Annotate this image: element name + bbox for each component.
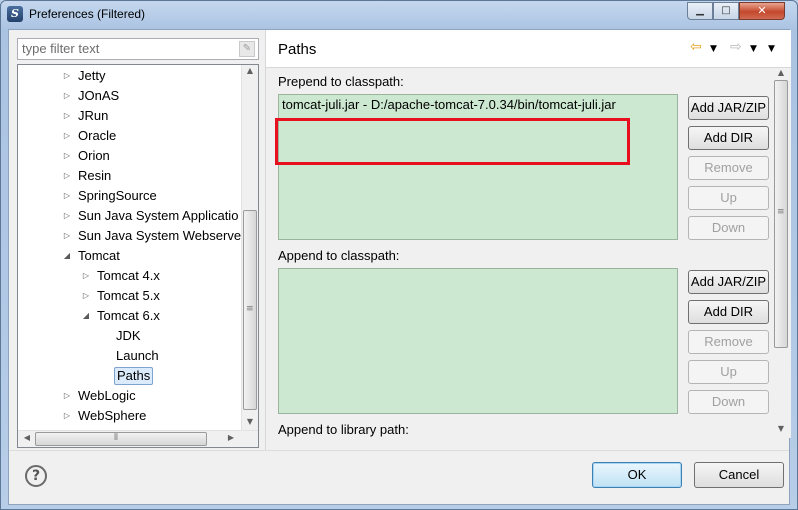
expand-arrow-icon[interactable]: ▷ [62,207,72,225]
tree-horizontal-scroll-thumb[interactable]: ⦀ [35,432,207,446]
navigation-pane: type filter text ✎ ▷ Jetty ▷ JOnAS ▷ JRu… [15,36,261,448]
tree-item-label: Oracle [78,128,117,143]
classpath-entry[interactable]: tomcat-juli.jar - D:/apache-tomcat-7.0.3… [282,97,616,112]
expand-arrow-icon[interactable]: ▷ [62,107,72,125]
tree-item-label: Tomcat 4.x [97,268,160,283]
prepend-classpath-list[interactable]: tomcat-juli.jar - D:/apache-tomcat-7.0.3… [278,94,678,240]
append-classpath-label: Append to classpath: [278,248,400,263]
tree-item-label: Launch [116,348,159,363]
clear-filter-icon[interactable]: ✎ [239,41,255,57]
append-remove-button[interactable]: Remove [688,330,769,354]
window-title: Preferences (Filtered) [29,7,146,21]
cancel-button[interactable]: Cancel [694,462,784,488]
dialog-button-bar: ? OK Cancel [9,450,789,504]
prepend-remove-button[interactable]: Remove [688,156,769,180]
tree-item-label: SpringSource [78,188,157,203]
expand-arrow-icon[interactable]: ▷ [62,87,72,105]
preferences-window: S Preferences (Filtered) ▁ □ ✕ type filt… [0,0,798,510]
collapse-arrow-icon[interactable]: ◢ [62,247,72,265]
page-vertical-scroll-thumb[interactable]: ≡ [774,80,788,348]
prepend-add-dir-button[interactable]: Add DIR [688,126,769,150]
preference-page: Paths ⇦ ▼ ⇨ ▼ ▼ Prepend to classpath: to… [265,30,791,450]
highlight-box [275,118,630,165]
append-up-button[interactable]: Up [688,360,769,384]
page-vertical-scrollbar[interactable]: ▲ ≡ ▼ [773,68,790,438]
filter-input[interactable]: type filter text ✎ [17,38,259,60]
tree-item-label: Tomcat [78,248,120,263]
view-menu-icon[interactable]: ▼ [768,44,775,54]
collapse-arrow-icon[interactable]: ◢ [81,307,91,325]
scroll-down-arrow-icon[interactable]: ▼ [242,417,258,426]
tree-item-label: Tomcat 6.x [97,308,160,323]
expand-arrow-icon[interactable]: ▷ [62,227,72,245]
grip-icon: ⦀ [114,433,118,443]
scroll-down-arrow-icon[interactable]: ▼ [773,424,789,433]
tree-item-label: Sun Java System Webserve [78,228,242,243]
page-title: Paths [278,41,317,58]
prepend-classpath-label: Prepend to classpath: [278,74,404,89]
expand-arrow-icon[interactable]: ▷ [62,407,72,425]
forward-arrow-icon[interactable]: ⇨ [730,39,742,55]
preference-tree[interactable]: ▷ Jetty ▷ JOnAS ▷ JRun ▷ Oracle ▷ Orion … [17,64,259,448]
scroll-up-arrow-icon[interactable]: ▲ [773,68,789,77]
tree-item-label: WebSphere [78,408,147,423]
append-add-jar-button[interactable]: Add JAR/ZIP [688,270,769,294]
expand-arrow-icon[interactable]: ▷ [62,127,72,145]
tree-item-label: Paths [114,367,154,385]
scroll-left-arrow-icon[interactable]: ◀ [19,433,35,442]
paths-content: Prepend to classpath: tomcat-juli.jar - … [266,68,791,438]
expand-arrow-icon[interactable]: ▷ [81,267,91,285]
grip-icon: ≡ [246,304,254,314]
append-classpath-list[interactable] [278,268,678,414]
expand-arrow-icon[interactable]: ▷ [62,187,72,205]
forward-dropdown-icon[interactable]: ▼ [750,44,757,54]
grip-icon: ≡ [777,207,785,217]
close-button[interactable]: ✕ [739,2,785,20]
back-dropdown-icon[interactable]: ▼ [710,44,717,54]
expand-arrow-icon[interactable]: ▷ [62,167,72,185]
tree-item-label: Orion [78,148,110,163]
tree-item-label: WebLogic [78,388,136,403]
tree-vertical-scroll-thumb[interactable]: ≡ [243,210,257,410]
prepend-up-button[interactable]: Up [688,186,769,210]
tree-vertical-scrollbar[interactable]: ▲ ≡ ▼ [241,65,258,431]
dialog-client-area: type filter text ✎ ▷ Jetty ▷ JOnAS ▷ JRu… [8,29,791,505]
scroll-up-arrow-icon[interactable]: ▲ [242,66,258,75]
expand-arrow-icon[interactable]: ▷ [62,147,72,165]
minimize-button[interactable]: ▁ [687,2,713,20]
append-down-button[interactable]: Down [688,390,769,414]
append-add-dir-button[interactable]: Add DIR [688,300,769,324]
back-arrow-icon[interactable]: ⇦ [690,39,702,55]
scroll-right-arrow-icon[interactable]: ▶ [223,433,239,442]
prepend-add-jar-button[interactable]: Add JAR/ZIP [688,96,769,120]
tree-item-label: Resin [78,168,112,183]
maximize-button[interactable]: □ [713,2,739,20]
tree-item-label: Sun Java System Applicatio [78,208,239,223]
append-library-path-label: Append to library path: [278,422,409,437]
tree-horizontal-scrollbar[interactable]: ◀ ⦀ ▶ [18,430,258,447]
tree-item-label: JRun [78,108,109,123]
expand-arrow-icon[interactable]: ▷ [62,387,72,405]
ok-button[interactable]: OK [592,462,682,488]
help-icon[interactable]: ? [25,465,47,487]
title-bar[interactable]: S Preferences (Filtered) ▁ □ ✕ [1,1,797,29]
expand-arrow-icon[interactable]: ▷ [62,67,72,85]
tree-item-label: Tomcat 5.x [97,288,160,303]
prepend-down-button[interactable]: Down [688,216,769,240]
app-icon: S [7,6,23,22]
tree-item-label: JDK [116,328,141,343]
page-header: Paths ⇦ ▼ ⇨ ▼ ▼ [266,30,791,68]
tree-item-label: JOnAS [78,88,120,103]
tree-item-label: Jetty [78,68,106,83]
expand-arrow-icon[interactable]: ▷ [81,287,91,305]
